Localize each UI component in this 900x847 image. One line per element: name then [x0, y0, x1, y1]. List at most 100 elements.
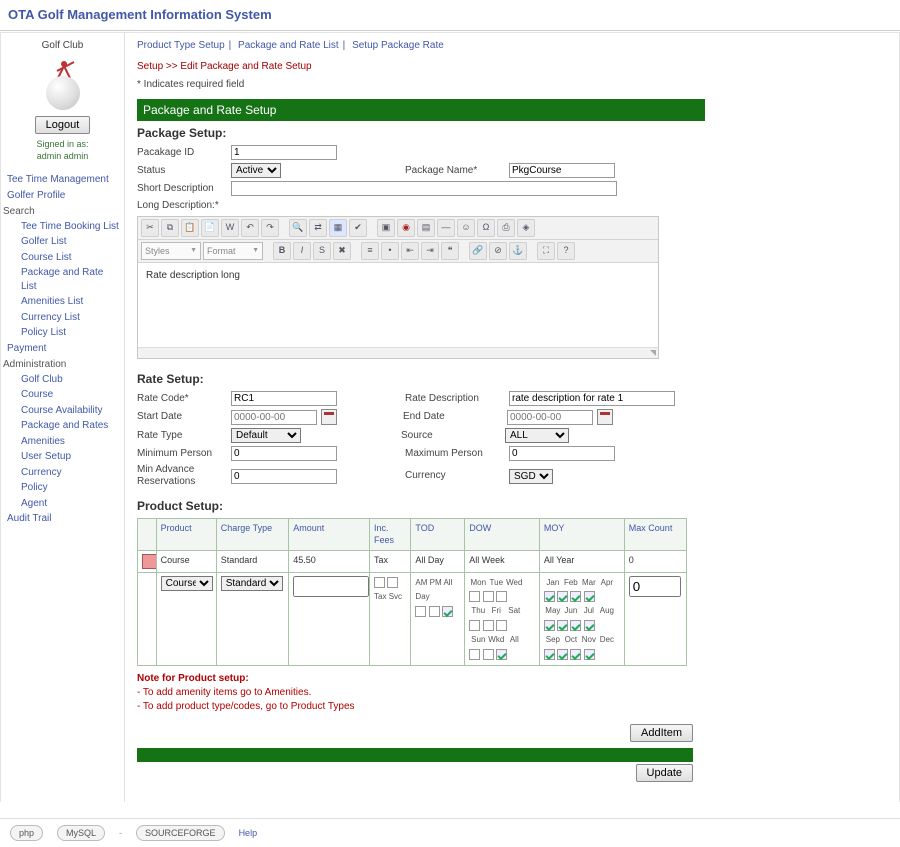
- nav-course[interactable]: Course: [5, 387, 120, 403]
- dow-thu-cb[interactable]: [469, 620, 480, 631]
- format-select[interactable]: Format▼: [203, 242, 263, 260]
- rate-code-input[interactable]: [231, 391, 337, 406]
- nav-golfer-profile[interactable]: Golfer Profile: [5, 188, 120, 204]
- min-person-input[interactable]: [231, 446, 337, 461]
- smiley-icon[interactable]: ☺: [457, 219, 475, 237]
- find-icon[interactable]: 🔍: [289, 219, 307, 237]
- max-count-input[interactable]: [629, 576, 681, 597]
- bold-icon[interactable]: B: [273, 242, 291, 260]
- nav-amenities-list[interactable]: Amenities List: [5, 294, 120, 310]
- nav-policy[interactable]: Policy: [5, 480, 120, 496]
- package-id-input[interactable]: [231, 145, 337, 160]
- outdent-icon[interactable]: ⇤: [401, 242, 419, 260]
- nav-currency[interactable]: Currency: [5, 465, 120, 481]
- dow-fri-cb[interactable]: [483, 620, 494, 631]
- specialchar-icon[interactable]: Ω: [477, 219, 495, 237]
- nav-user-setup[interactable]: User Setup: [5, 449, 120, 465]
- nav-tee-time[interactable]: Tee Time Management: [5, 172, 120, 188]
- short-desc-input[interactable]: [231, 181, 617, 196]
- nav-package-rates[interactable]: Package and Rates: [5, 418, 120, 434]
- select-all-icon[interactable]: ▦: [329, 219, 347, 237]
- tod-pm-checkbox[interactable]: [429, 606, 440, 617]
- dow-wed-cb[interactable]: [496, 591, 507, 602]
- start-date-input[interactable]: [231, 410, 317, 425]
- redo-icon[interactable]: ↷: [261, 219, 279, 237]
- copy-icon[interactable]: ⧉: [161, 219, 179, 237]
- svc-checkbox[interactable]: [387, 577, 398, 588]
- dow-wkd-cb[interactable]: [483, 649, 494, 660]
- crumb-setup-package-rate[interactable]: Setup Package Rate: [352, 40, 444, 51]
- nav-currency-list[interactable]: Currency List: [5, 310, 120, 326]
- paste-icon[interactable]: 📋: [181, 219, 199, 237]
- source-select[interactable]: ALL: [505, 428, 569, 443]
- editor-resize[interactable]: [138, 347, 658, 358]
- nav-agent[interactable]: Agent: [5, 496, 120, 512]
- undo-icon[interactable]: ↶: [241, 219, 259, 237]
- currency-select[interactable]: SGD: [509, 469, 553, 484]
- about-icon[interactable]: ?: [557, 242, 575, 260]
- moy-oct-cb[interactable]: [557, 649, 568, 660]
- nav-course-avail[interactable]: Course Availability: [5, 403, 120, 419]
- calendar-icon[interactable]: [321, 409, 337, 425]
- paste-text-icon[interactable]: 📄: [201, 219, 219, 237]
- moy-aug-cb[interactable]: [584, 620, 595, 631]
- moy-may-cb[interactable]: [544, 620, 555, 631]
- calendar-icon[interactable]: [597, 409, 613, 425]
- tod-all-checkbox[interactable]: [442, 606, 453, 617]
- removefmt-icon[interactable]: ✖: [333, 242, 351, 260]
- tod-am-checkbox[interactable]: [415, 606, 426, 617]
- delete-row-icon[interactable]: [142, 554, 157, 569]
- nav-policy-list[interactable]: Policy List: [5, 325, 120, 341]
- flash-icon[interactable]: ◉: [397, 219, 415, 237]
- nav-amenities[interactable]: Amenities: [5, 434, 120, 450]
- status-select[interactable]: Active: [231, 163, 281, 178]
- nav-course-list[interactable]: Course List: [5, 250, 120, 266]
- paste-word-icon[interactable]: W: [221, 219, 239, 237]
- moy-jul-cb[interactable]: [570, 620, 581, 631]
- max-person-input[interactable]: [509, 446, 615, 461]
- table-icon[interactable]: ▤: [417, 219, 435, 237]
- link-icon[interactable]: 🔗: [469, 242, 487, 260]
- numlist-icon[interactable]: ≡: [361, 242, 379, 260]
- dow-tue-cb[interactable]: [483, 591, 494, 602]
- nav-package-rate-list[interactable]: Package and Rate List: [5, 265, 120, 294]
- rate-desc-input[interactable]: [509, 391, 675, 406]
- iframe-icon[interactable]: ◈: [517, 219, 535, 237]
- indent-icon[interactable]: ⇥: [421, 242, 439, 260]
- help-link[interactable]: Help: [239, 827, 258, 839]
- crumb-package-rate-list[interactable]: Package and Rate List: [238, 40, 339, 51]
- moy-mar-cb[interactable]: [570, 591, 581, 602]
- moy-sep-cb[interactable]: [544, 649, 555, 660]
- cut-icon[interactable]: ✂: [141, 219, 159, 237]
- moy-feb-cb[interactable]: [557, 591, 568, 602]
- nav-audit[interactable]: Audit Trail: [5, 511, 120, 527]
- nav-golfer-list[interactable]: Golfer List: [5, 234, 120, 250]
- crumb-product-type[interactable]: Product Type Setup: [137, 40, 225, 51]
- logout-button[interactable]: Logout: [35, 116, 91, 134]
- dow-sat-cb[interactable]: [496, 620, 507, 631]
- moy-jun-cb[interactable]: [557, 620, 568, 631]
- anchor-icon[interactable]: ⚓: [509, 242, 527, 260]
- dow-mon-cb[interactable]: [469, 591, 480, 602]
- moy-jan-cb[interactable]: [544, 591, 555, 602]
- dow-all-cb[interactable]: [496, 649, 507, 660]
- style-select[interactable]: Styles▼: [141, 242, 201, 260]
- end-date-input[interactable]: [507, 410, 593, 425]
- package-name-input[interactable]: [509, 163, 615, 178]
- charge-type-select[interactable]: Standard: [221, 576, 283, 591]
- replace-icon[interactable]: ⇄: [309, 219, 327, 237]
- nav-golf-club[interactable]: Golf Club: [5, 372, 120, 388]
- product-select[interactable]: Course: [161, 576, 213, 591]
- amount-input[interactable]: [293, 576, 369, 597]
- update-button[interactable]: Update: [636, 764, 693, 782]
- tax-checkbox[interactable]: [374, 577, 385, 588]
- image-icon[interactable]: ▣: [377, 219, 395, 237]
- quote-icon[interactable]: ❝: [441, 242, 459, 260]
- additem-button[interactable]: AddItem: [630, 724, 693, 742]
- bullist-icon[interactable]: •: [381, 242, 399, 260]
- pagebreak-icon[interactable]: ⎙: [497, 219, 515, 237]
- italic-icon[interactable]: I: [293, 242, 311, 260]
- nav-payment[interactable]: Payment: [5, 341, 120, 357]
- moy-dec-cb[interactable]: [584, 649, 595, 660]
- nav-tee-booking[interactable]: Tee Time Booking List: [5, 219, 120, 235]
